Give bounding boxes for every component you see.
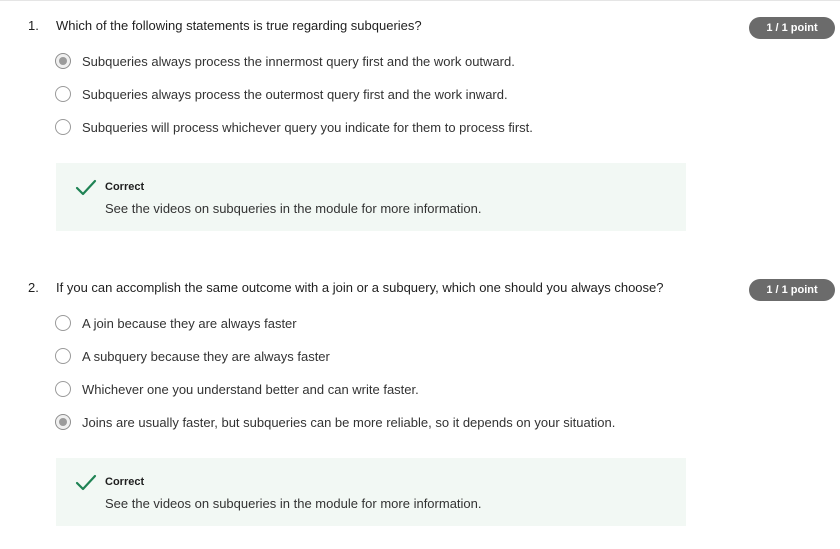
- feedback-title: Correct: [105, 181, 145, 193]
- radio-icon[interactable]: [55, 414, 71, 430]
- answer-option-label: A subquery because they are always faste…: [82, 348, 330, 364]
- radio-icon[interactable]: [55, 348, 71, 364]
- feedback-title: Correct: [105, 476, 145, 488]
- question-text: If you can accomplish the same outcome w…: [56, 280, 664, 295]
- answer-option-2[interactable]: A subquery because they are always faste…: [55, 346, 330, 366]
- answer-option-label: Joins are usually faster, but subqueries…: [82, 414, 616, 430]
- radio-icon[interactable]: [55, 53, 71, 69]
- question-number: 2.: [28, 280, 39, 295]
- answer-option-label: Whichever one you understand better and …: [82, 381, 419, 397]
- top-divider: [0, 0, 840, 1]
- question-text: Which of the following statements is tru…: [56, 18, 422, 33]
- answer-option-2[interactable]: Subqueries always process the outermost …: [55, 84, 508, 104]
- radio-icon[interactable]: [55, 381, 71, 397]
- radio-icon[interactable]: [55, 86, 71, 102]
- check-icon: [75, 179, 97, 196]
- answer-option-label: A join because they are always faster: [82, 315, 297, 331]
- radio-dot: [59, 418, 67, 426]
- radio-icon[interactable]: [55, 119, 71, 135]
- answer-option-3[interactable]: Whichever one you understand better and …: [55, 379, 419, 399]
- feedback-text: See the videos on subqueries in the modu…: [105, 496, 482, 511]
- feedback-panel: Correct See the videos on subqueries in …: [56, 458, 686, 526]
- answer-option-label: Subqueries always process the outermost …: [82, 86, 508, 102]
- radio-dot: [59, 57, 67, 65]
- score-badge: 1 / 1 point: [749, 17, 835, 39]
- check-icon: [75, 474, 97, 491]
- feedback-text: See the videos on subqueries in the modu…: [105, 201, 482, 216]
- answer-option-4[interactable]: Joins are usually faster, but subqueries…: [55, 412, 615, 432]
- answer-option-3[interactable]: Subqueries will process whichever query …: [55, 117, 533, 137]
- feedback-panel: Correct See the videos on subqueries in …: [56, 163, 686, 231]
- answer-option-label: Subqueries will process whichever query …: [82, 119, 533, 135]
- answer-option-label: Subqueries always process the innermost …: [82, 53, 515, 69]
- answer-option-1[interactable]: Subqueries always process the innermost …: [55, 51, 515, 71]
- radio-icon[interactable]: [55, 315, 71, 331]
- score-badge: 1 / 1 point: [749, 279, 835, 301]
- question-number: 1.: [28, 18, 39, 33]
- answer-option-1[interactable]: A join because they are always faster: [55, 313, 297, 333]
